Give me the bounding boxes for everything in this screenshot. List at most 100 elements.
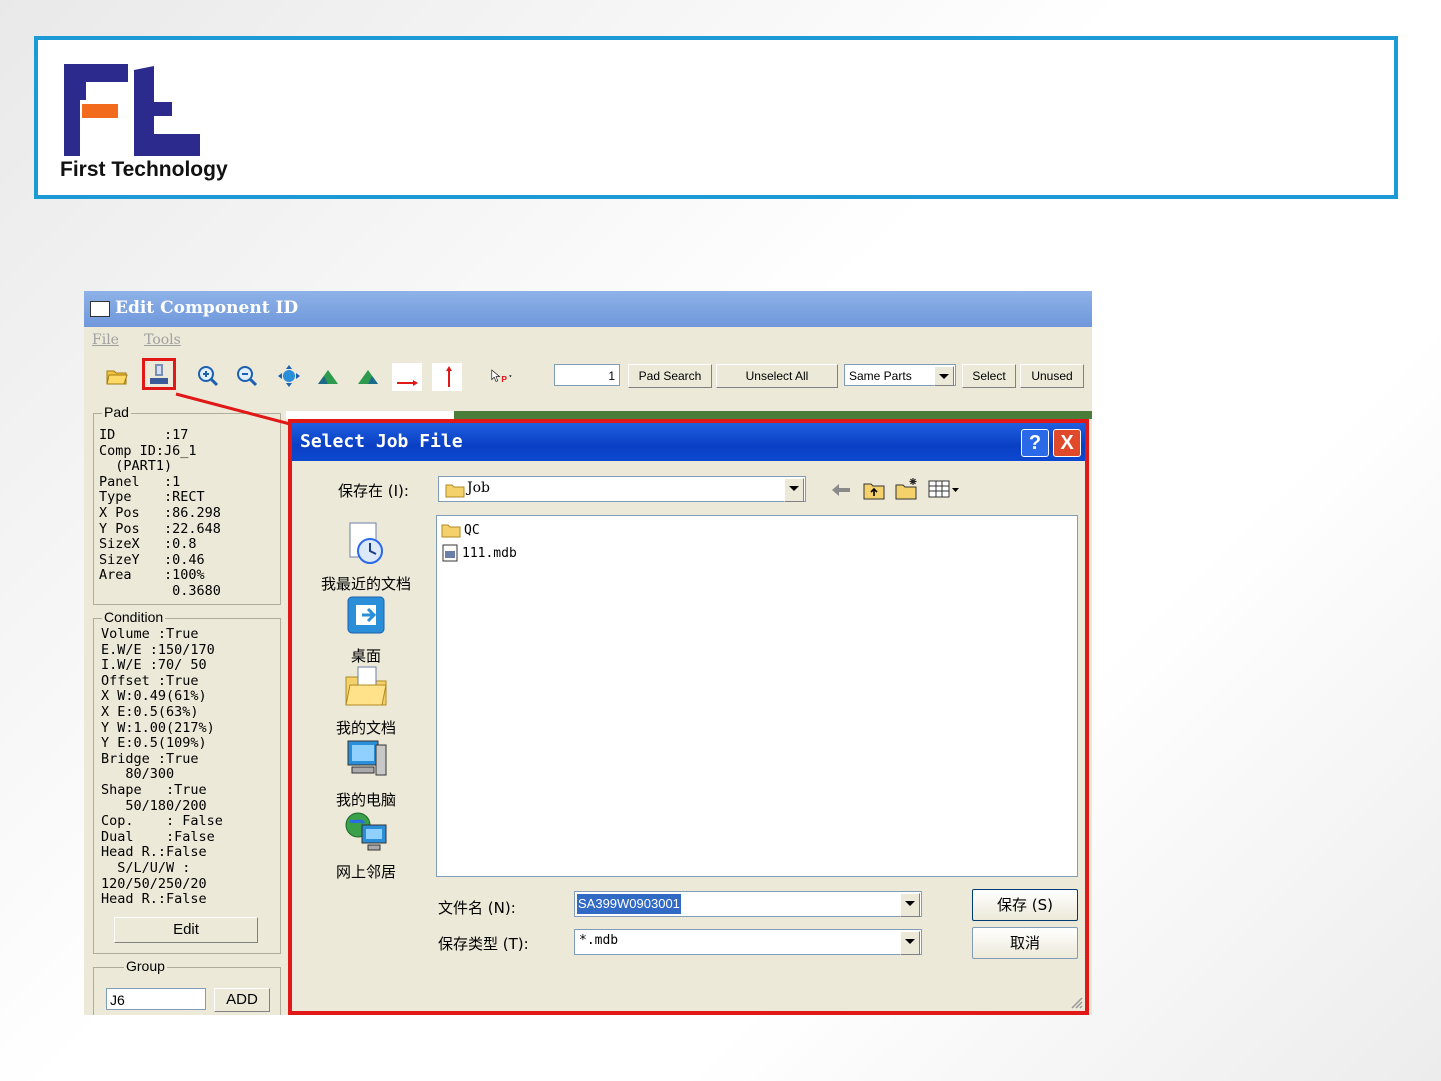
save-in-select[interactable]: Job xyxy=(438,476,806,502)
condition-line: S/L/U/W : xyxy=(101,859,191,876)
condition-group: Condition Volume :True E.W/E :150/170 I.… xyxy=(93,609,281,954)
resize-grip-icon[interactable] xyxy=(1069,995,1083,1009)
recent-documents-icon xyxy=(349,522,383,564)
up-right-icon[interactable] xyxy=(353,361,383,391)
open-folder-icon[interactable] xyxy=(102,361,132,391)
app-title-bar: Edit Component ID xyxy=(84,291,1092,327)
condition-line: Y E:0.5(109%) xyxy=(101,735,207,752)
filename-label: 文件名 (N): xyxy=(438,899,516,917)
toolbar: P 1 Pad Search Unselect All Same Parts S… xyxy=(84,355,1092,395)
view-menu-icon[interactable] xyxy=(928,479,962,499)
svg-text:P: P xyxy=(501,374,507,384)
pad-line: (PART1) xyxy=(99,458,173,475)
my-documents-icon xyxy=(345,666,387,706)
pad-line: Type :RECT xyxy=(99,489,205,506)
condition-line: E.W/E :150/170 xyxy=(101,641,215,658)
filetype-value: *.mdb xyxy=(579,933,619,948)
condition-line: 80/300 xyxy=(101,766,175,783)
chevron-down-icon[interactable] xyxy=(900,931,920,955)
canvas-tab xyxy=(286,411,454,419)
new-folder-icon[interactable] xyxy=(894,477,920,501)
dialog-title-bar: Select Job File ? X xyxy=(292,423,1085,461)
condition-info: Volume :True E.W/E :150/170 I.W/E :70/ 5… xyxy=(101,626,223,908)
condition-line: Head R.:False xyxy=(101,891,207,908)
up-folder-icon[interactable] xyxy=(862,479,886,501)
close-button[interactable]: X xyxy=(1053,429,1081,457)
condition-line: Shape :True xyxy=(101,781,207,798)
first-technology-logo xyxy=(64,64,200,156)
pad-line: X Pos :86.298 xyxy=(99,504,221,521)
same-parts-value: Same Parts xyxy=(849,369,912,383)
filename-input[interactable]: SA399W0903001 xyxy=(574,891,922,917)
group-box: Group J6 ADD xyxy=(93,958,281,1015)
select-job-file-dialog: Select Job File ? X 保存在 (I): Job 我最近的文档 … xyxy=(288,419,1089,1015)
save-button[interactable]: 保存 (S) xyxy=(972,889,1078,921)
same-parts-select[interactable]: Same Parts xyxy=(844,364,956,386)
file-item-folder[interactable]: QC xyxy=(441,522,480,538)
menu-bar: File Tools xyxy=(84,329,1092,353)
pad-line: Comp ID:J6_1 xyxy=(99,442,197,459)
pad-group-label: Pad xyxy=(102,404,131,420)
condition-line: Dual :False xyxy=(101,828,215,845)
place-my-documents[interactable]: 我的文档 xyxy=(306,663,426,738)
place-desktop[interactable]: 桌面 xyxy=(306,591,426,666)
app-title: Edit Component ID xyxy=(115,298,299,318)
menu-tools[interactable]: Tools xyxy=(144,332,181,348)
unselect-all-button[interactable]: Unselect All xyxy=(716,364,838,388)
file-item-mdb[interactable]: 111.mdb xyxy=(441,544,517,562)
app-icon xyxy=(90,301,110,317)
chevron-down-icon[interactable] xyxy=(900,893,920,917)
zoom-in-icon[interactable] xyxy=(193,361,223,391)
pad-line: 0.3680 xyxy=(99,582,221,599)
network-places-icon xyxy=(345,812,387,851)
desktop-icon xyxy=(347,596,385,634)
add-button[interactable]: ADD xyxy=(214,988,270,1012)
place-recent[interactable]: 我最近的文档 xyxy=(306,519,426,594)
chevron-down-icon[interactable] xyxy=(934,366,954,386)
filename-value: SA399W0903001 xyxy=(577,894,681,914)
chevron-down-icon[interactable] xyxy=(784,478,804,502)
pad-group: Pad ID :17 Comp ID:J6_1 (PART1) Panel :1… xyxy=(93,404,281,605)
condition-line: Volume :True xyxy=(101,626,199,642)
select-button[interactable]: Select xyxy=(962,364,1016,388)
up-left-icon[interactable] xyxy=(313,361,343,391)
header-banner: First Technology xyxy=(34,36,1398,199)
database-file-icon xyxy=(442,544,458,562)
dialog-title: Select Job File xyxy=(300,431,463,452)
select-job-icon[interactable] xyxy=(142,358,176,390)
back-icon[interactable] xyxy=(830,481,852,499)
condition-line: Offset :True xyxy=(101,672,199,689)
menu-file[interactable]: File xyxy=(92,332,119,348)
condition-group-label: Condition xyxy=(102,609,166,625)
condition-line: I.W/E :70/ 50 xyxy=(101,657,207,674)
condition-line: Y W:1.00(217%) xyxy=(101,719,215,736)
save-in-label: 保存在 (I): xyxy=(338,482,409,500)
vertical-arrow-icon[interactable] xyxy=(432,363,462,391)
fit-view-icon[interactable] xyxy=(274,361,304,391)
file-list[interactable]: QC 111.mdb xyxy=(436,515,1078,877)
condition-line: 50/180/200 xyxy=(101,797,207,814)
pad-line: Panel :1 xyxy=(99,473,181,490)
edit-component-window: Edit Component ID File Tools P 1 Pad Sea… xyxy=(84,291,1092,1015)
place-my-computer[interactable]: 我的电脑 xyxy=(306,735,426,810)
place-label: 网上邻居 xyxy=(335,863,396,881)
my-computer-icon xyxy=(347,740,387,776)
unused-button[interactable]: Unused xyxy=(1020,364,1084,388)
edit-button[interactable]: Edit xyxy=(114,917,258,943)
cancel-button[interactable]: 取消 xyxy=(972,927,1078,959)
zoom-out-icon[interactable] xyxy=(232,361,262,391)
save-in-value: Job xyxy=(467,480,491,496)
pointer-pad-icon[interactable]: P xyxy=(482,361,522,391)
file-name: QC xyxy=(464,522,480,538)
pad-line: Area :100% xyxy=(99,567,205,584)
pad-number-input[interactable]: 1 xyxy=(554,364,620,386)
canvas-strip xyxy=(286,411,1092,419)
place-network[interactable]: 网上邻居 xyxy=(306,807,426,882)
help-button[interactable]: ? xyxy=(1021,429,1049,457)
pad-search-button[interactable]: Pad Search xyxy=(628,364,712,388)
condition-line: Bridge :True xyxy=(101,750,199,767)
group-input[interactable]: J6 xyxy=(106,988,206,1010)
horizontal-arrow-icon[interactable] xyxy=(392,363,422,391)
filetype-select[interactable]: *.mdb xyxy=(574,929,922,955)
condition-line: 120/50/250/20 xyxy=(101,875,207,892)
